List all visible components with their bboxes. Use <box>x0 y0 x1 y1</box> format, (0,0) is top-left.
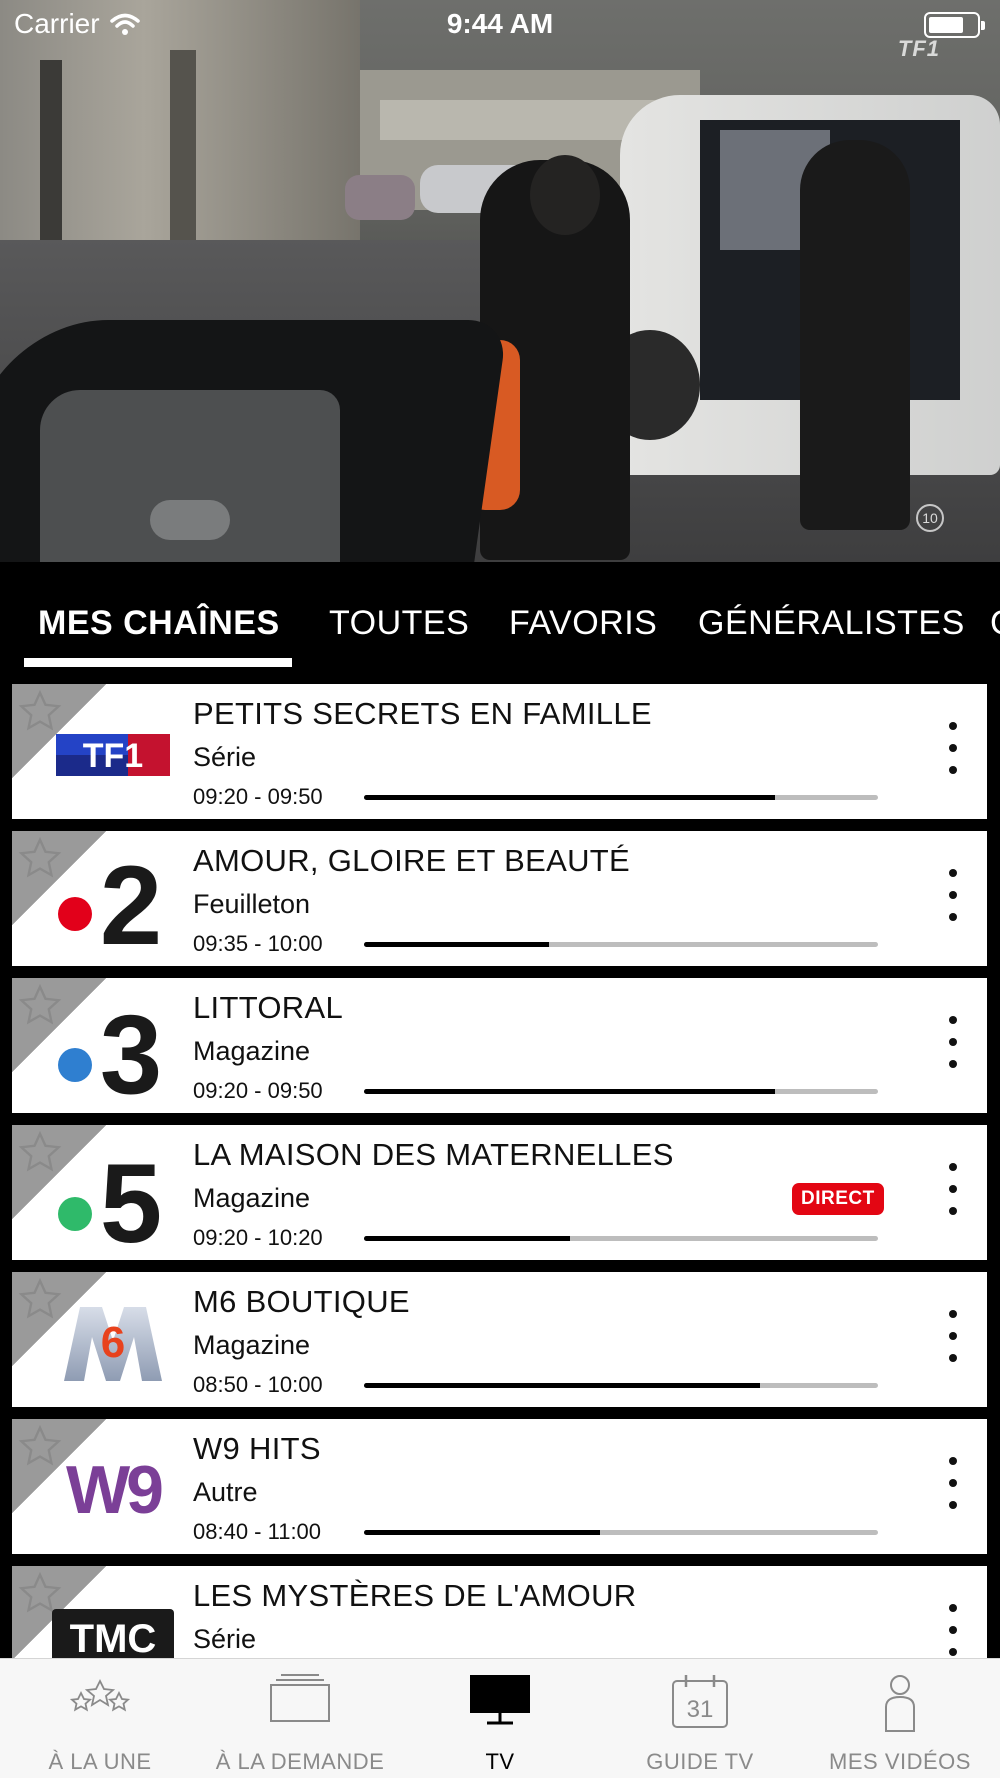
channel-list[interactable]: TF1 PETITS SECRETS EN FAMILLE Série 09:2… <box>0 672 1000 1658</box>
folder-icon <box>270 1674 330 1722</box>
france3-logo: 3 <box>48 999 178 1099</box>
more-options-button[interactable] <box>947 722 959 778</box>
france5-logo: 5 <box>48 1146 178 1246</box>
progress-bar <box>364 1383 878 1388</box>
more-options-button[interactable] <box>947 1016 959 1072</box>
battery-icon <box>924 12 985 38</box>
tab-next-partial[interactable]: C <box>990 604 1000 643</box>
svg-text:3: 3 <box>100 999 162 1099</box>
nav-label: À LA UNE <box>48 1749 152 1774</box>
program-title: LES MYSTÈRES DE L'AMOUR <box>193 1578 637 1613</box>
progress-fill <box>364 1383 760 1388</box>
progress-fill <box>364 1089 776 1094</box>
program-title: M6 BOUTIQUE <box>193 1284 410 1319</box>
progress-fill <box>364 1530 601 1535</box>
channel-row[interactable]: TF1 PETITS SECRETS EN FAMILLE Série 09:2… <box>12 684 987 819</box>
age-rating-badge: 10 <box>916 504 944 532</box>
svg-text:TF1: TF1 <box>83 737 143 775</box>
program-time: 08:50 - 10:00 <box>193 1372 323 1397</box>
svg-text:TMC: TMC <box>70 1617 157 1658</box>
nav-tv[interactable]: TV <box>400 1659 600 1778</box>
channel-filter-tabs: MES CHAÎNES TOUTES FAVORIS GÉNÉRALISTES … <box>0 562 1000 672</box>
program-title: LA MAISON DES MATERNELLES <box>193 1137 674 1172</box>
active-tab-indicator <box>24 658 292 667</box>
progress-bar <box>364 1530 878 1535</box>
live-badge: DIRECT <box>792 1183 884 1215</box>
program-genre: Magazine <box>193 1330 311 1360</box>
svg-text:6: 6 <box>101 1318 125 1367</box>
channel-row[interactable]: 6 M6 BOUTIQUE Magazine 08:50 - 10:00 <box>12 1272 987 1407</box>
nav-guide-tv[interactable]: 31 GUIDE TV <box>600 1659 800 1778</box>
w9-logo: W9 <box>48 1445 178 1535</box>
video-player[interactable]: Carrier 9:44 AM TF1 10 <box>0 0 1000 562</box>
progress-bar <box>364 795 878 800</box>
person-icon <box>885 1675 915 1732</box>
nav-a-la-une[interactable]: À LA UNE <box>0 1659 200 1778</box>
nav-a-la-demande[interactable]: À LA DEMANDE <box>200 1659 400 1778</box>
program-genre: Autre <box>193 1477 258 1507</box>
program-time: 09:20 - 09:50 <box>193 1078 323 1103</box>
tv-icon <box>470 1675 530 1725</box>
status-time: 9:44 AM <box>446 8 554 39</box>
video-scene <box>0 0 1000 562</box>
program-title: LITTORAL <box>193 990 343 1025</box>
progress-fill <box>364 1236 570 1241</box>
nav-label: TV <box>485 1749 515 1774</box>
program-time: 09:20 - 10:20 <box>193 1225 323 1250</box>
channel-row[interactable]: 3 LITTORAL Magazine 09:20 - 09:50 <box>12 978 987 1113</box>
stars-icon <box>69 1678 131 1712</box>
program-genre: Magazine <box>193 1183 311 1213</box>
program-genre: Série <box>193 1624 257 1654</box>
program-title: AMOUR, GLOIRE ET BEAUTÉ <box>193 843 630 878</box>
progress-bar <box>364 1089 878 1094</box>
program-genre: Série <box>193 742 257 772</box>
nav-mes-videos[interactable]: MES VIDÉOS <box>800 1659 1000 1778</box>
more-options-button[interactable] <box>947 1310 959 1366</box>
svg-text:31: 31 <box>687 1696 714 1723</box>
france2-logo: 2 <box>48 852 178 952</box>
nav-label: GUIDE TV <box>646 1749 754 1774</box>
progress-bar <box>364 1236 878 1241</box>
more-options-button[interactable] <box>947 1604 959 1658</box>
tab-toutes[interactable]: TOUTES <box>329 604 469 643</box>
channel-watermark: TF1 <box>897 36 940 61</box>
program-time: 09:35 - 10:00 <box>193 931 323 956</box>
tmc-logo: TMC <box>48 1592 178 1658</box>
tab-mes-chaines[interactable]: MES CHAÎNES <box>38 604 280 643</box>
program-title: PETITS SECRETS EN FAMILLE <box>193 696 652 731</box>
program-time: 09:20 - 09:50 <box>193 784 323 809</box>
program-genre: Magazine <box>193 1036 311 1066</box>
nav-label: À LA DEMANDE <box>215 1749 385 1774</box>
bottom-tab-bar: À LA UNE À LA DEMANDE TV 31 GUIDE TV MES… <box>0 1658 1000 1778</box>
channel-row[interactable]: 2 AMOUR, GLOIRE ET BEAUTÉ Feuilleton 09:… <box>12 831 987 966</box>
program-title: W9 HITS <box>193 1431 321 1466</box>
more-options-button[interactable] <box>947 1457 959 1513</box>
channel-row[interactable]: 5 LA MAISON DES MATERNELLES Magazine DIR… <box>12 1125 987 1260</box>
svg-text:2: 2 <box>100 852 162 952</box>
status-bar: Carrier 9:44 AM <box>0 0 1000 50</box>
m6-logo: 6 <box>48 1298 178 1388</box>
calendar-icon: 31 <box>672 1675 728 1728</box>
more-options-button[interactable] <box>947 869 959 925</box>
progress-fill <box>364 795 776 800</box>
tab-generalistes[interactable]: GÉNÉRALISTES <box>698 604 965 643</box>
progress-bar <box>364 942 878 947</box>
svg-text:W9: W9 <box>66 1455 162 1525</box>
channel-row[interactable]: W9 W9 HITS Autre 08:40 - 11:00 <box>12 1419 987 1554</box>
nav-label: MES VIDÉOS <box>829 1749 971 1774</box>
program-genre: Feuilleton <box>193 889 311 919</box>
program-time: 08:40 - 11:00 <box>193 1519 322 1544</box>
channel-row[interactable]: TMC LES MYSTÈRES DE L'AMOUR Série <box>12 1566 987 1658</box>
more-options-button[interactable] <box>947 1163 959 1219</box>
tab-favoris[interactable]: FAVORIS <box>509 604 657 643</box>
svg-text:5: 5 <box>100 1146 162 1246</box>
progress-fill <box>364 942 550 947</box>
tf1-logo: TF1 <box>48 710 178 800</box>
